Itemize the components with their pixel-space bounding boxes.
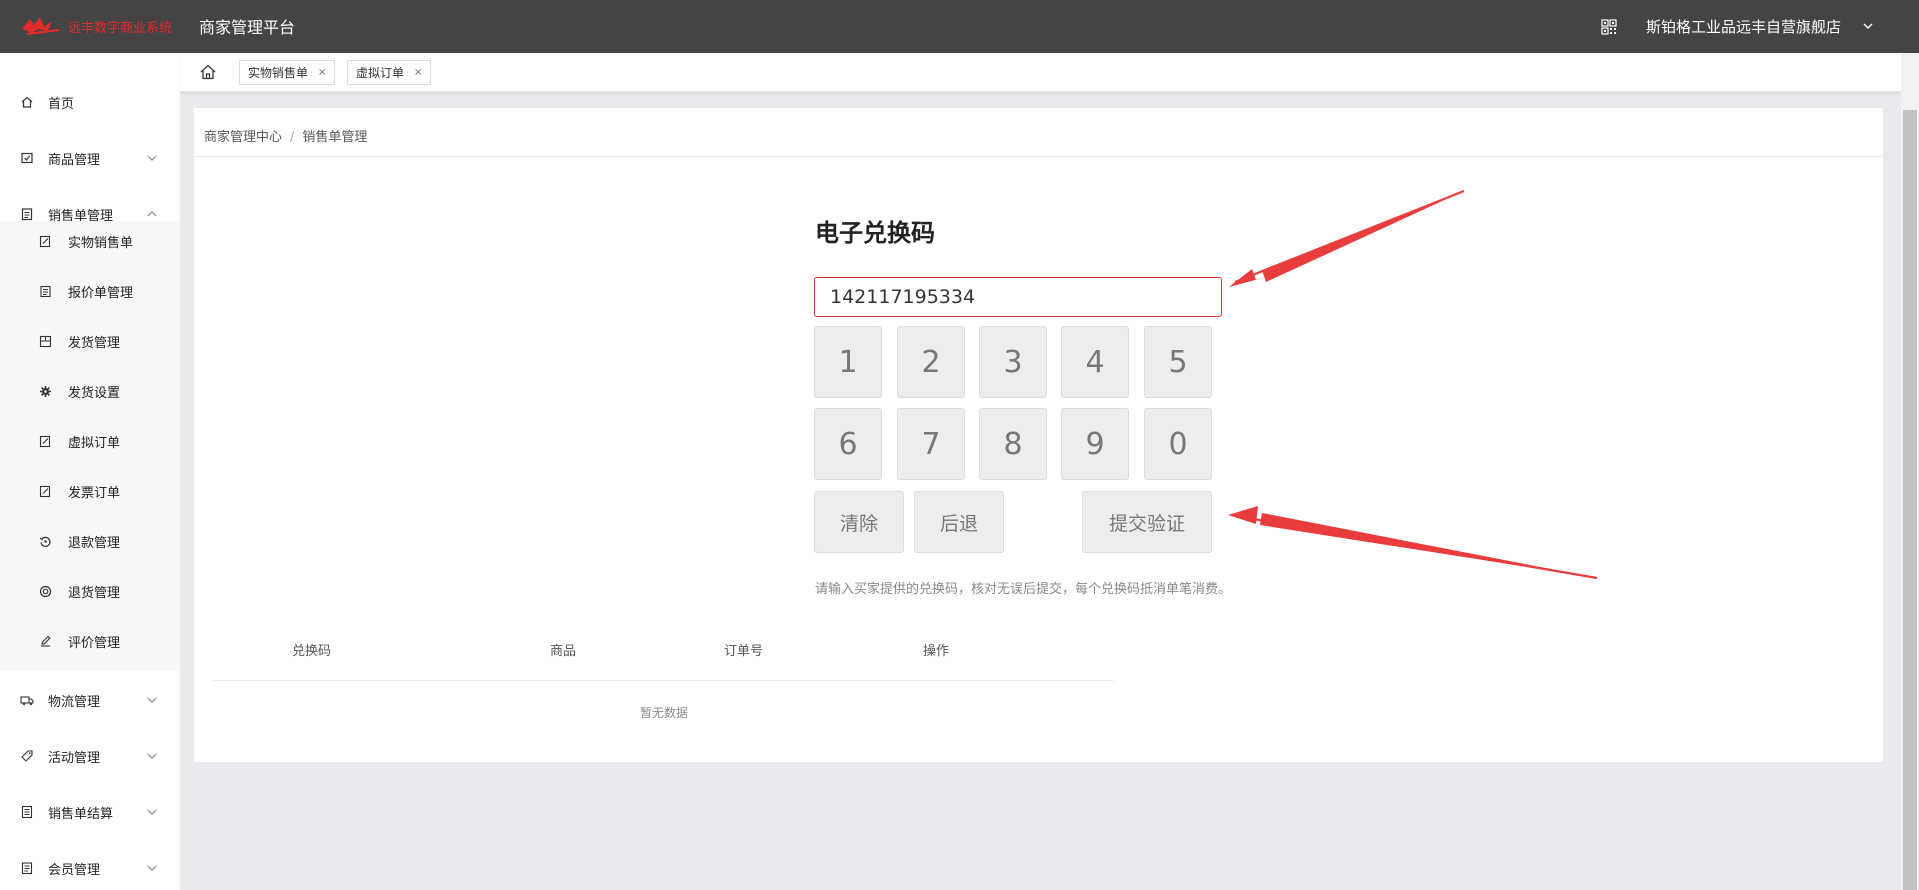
logo-mark-icon — [22, 17, 60, 35]
sidebar-item-products[interactable]: 商品管理 — [0, 138, 180, 178]
sidebar-item-home[interactable]: 首页 — [0, 82, 180, 122]
sidebar-subitem-quotes[interactable]: 报价单管理 — [0, 271, 180, 311]
chevron-down-icon — [147, 809, 157, 815]
hint-text: 请输入买家提供的兑换码，核对无误后提交，每个兑换码抵消单笔消费。 — [815, 582, 1232, 597]
redeem-code-input[interactable] — [814, 277, 1222, 317]
sidebar-item-label: 首页 — [48, 96, 75, 112]
sidebar-subitem-invoice-orders[interactable]: 发票订单 — [0, 471, 180, 511]
backspace-button[interactable]: 后退 — [914, 491, 1004, 553]
edit-doc-icon — [39, 235, 51, 247]
chevron-down-icon — [147, 155, 157, 161]
table-header-code: 兑换码 — [292, 644, 332, 659]
chevron-down-icon — [147, 697, 157, 703]
sidebar-subitem-label: 发货管理 — [68, 335, 121, 351]
member-card-icon — [21, 862, 33, 875]
sales-orders-submenu: 实物销售单 报价单管理 发货管理 发货设置 虚拟订单 发票订单 退款管理 退货管… — [0, 221, 180, 671]
sidebar-subitem-label: 虚拟订单 — [68, 435, 121, 451]
sidebar-item-label: 活动管理 — [48, 750, 101, 766]
sidebar-item-members[interactable]: 会员管理 — [0, 848, 180, 888]
sidebar-subitem-shipping[interactable]: 发货管理 — [0, 321, 180, 361]
home-tab-icon[interactable] — [199, 63, 217, 81]
sidebar-item-label: 商品管理 — [48, 152, 101, 168]
tabs-bar: 实物销售单 × 虚拟订单 × — [180, 53, 1901, 92]
keypad-key-8[interactable]: 8 — [979, 408, 1047, 480]
gear-icon — [40, 385, 51, 397]
keypad-key-5[interactable]: 5 — [1144, 326, 1212, 398]
table-header-product: 商品 — [550, 644, 577, 659]
product-box-icon — [21, 152, 33, 164]
sidebar-subitem-label: 发票订单 — [68, 485, 121, 501]
sidebar-subitem-virtual-orders[interactable]: 虚拟订单 — [0, 421, 180, 461]
scrollbar-thumb[interactable] — [1903, 110, 1917, 890]
sidebar-subitem-refunds[interactable]: 退款管理 — [0, 521, 180, 561]
package-icon — [39, 335, 52, 347]
sidebar-item-logistics[interactable]: 物流管理 — [0, 680, 180, 720]
tab-virtual-orders[interactable]: 虚拟订单 × — [347, 60, 432, 85]
sidebar-item-activities[interactable]: 活动管理 — [0, 736, 180, 776]
divider — [194, 156, 1883, 157]
keypad-key-7[interactable]: 7 — [897, 408, 965, 480]
sidebar-item-label: 物流管理 — [48, 694, 101, 710]
breadcrumb-current: 销售单管理 — [302, 130, 368, 145]
truck-icon — [20, 696, 34, 706]
edit-doc-icon — [39, 435, 51, 447]
close-icon[interactable]: × — [318, 67, 326, 78]
sidebar-subitem-label: 实物销售单 — [68, 235, 134, 251]
sidebar-subitem-label: 报价单管理 — [68, 285, 134, 301]
top-bar: 远丰数字商业系统 商家管理平台 斯铂格工业品远丰自营旗舰店 — [0, 0, 1919, 53]
table-header-order-no: 订单号 — [724, 644, 764, 659]
document-list-icon — [40, 285, 51, 297]
tab-label: 实物销售单 — [248, 66, 309, 80]
chevron-up-icon — [147, 211, 157, 217]
return-circle-icon — [39, 585, 52, 597]
sidebar-subitem-label: 退货管理 — [68, 585, 121, 601]
sidebar-subitem-reviews[interactable]: 评价管理 — [0, 621, 180, 661]
page-title: 电子兑换码 — [815, 219, 935, 247]
pencil-icon — [41, 635, 51, 647]
sidebar-item-label: 销售单结算 — [48, 806, 114, 822]
chevron-down-icon[interactable] — [1862, 20, 1874, 32]
keypad-key-6[interactable]: 6 — [814, 408, 882, 480]
refund-icon — [39, 536, 51, 547]
platform-title: 商家管理平台 — [199, 18, 296, 37]
sidebar-item-settlement[interactable]: 销售单结算 — [0, 792, 180, 832]
qr-code-icon[interactable] — [1601, 19, 1617, 35]
tab-label: 虚拟订单 — [356, 66, 405, 80]
sidebar: 首页 商品管理 销售单管理 实物销售单 报价单管理 发货管理 发货设置 虚拟订单 — [0, 53, 180, 890]
sidebar-item-label: 会员管理 — [48, 862, 101, 878]
chevron-down-icon — [147, 865, 157, 871]
keypad-key-2[interactable]: 2 — [897, 326, 965, 398]
tag-icon — [21, 750, 33, 762]
sidebar-subitem-physical-orders[interactable]: 实物销售单 — [0, 221, 180, 261]
table-divider — [213, 680, 1114, 681]
empty-state-text: 暂无数据 — [640, 706, 689, 720]
logo[interactable]: 远丰数字商业系统 — [20, 12, 172, 40]
ledger-icon — [21, 805, 33, 819]
sidebar-subitem-returns[interactable]: 退货管理 — [0, 571, 180, 611]
edit-doc-icon — [39, 485, 51, 497]
sidebar-subitem-shipping-settings[interactable]: 发货设置 — [0, 371, 180, 411]
clipboard-icon — [21, 208, 33, 221]
content-panel: 商家管理中心 / 销售单管理 电子兑换码 1 2 3 4 5 6 7 8 9 0 清… — [194, 108, 1883, 762]
keypad-key-1[interactable]: 1 — [814, 326, 882, 398]
sidebar-subitem-label: 发货设置 — [68, 385, 121, 401]
submit-verify-button[interactable]: 提交验证 — [1082, 491, 1212, 553]
chevron-down-icon — [147, 753, 157, 759]
keypad-key-3[interactable]: 3 — [979, 326, 1047, 398]
breadcrumb-root[interactable]: 商家管理中心 — [204, 130, 282, 145]
logo-text: 远丰数字商业系统 — [68, 20, 173, 36]
tab-physical-orders[interactable]: 实物销售单 × — [239, 60, 336, 85]
store-name[interactable]: 斯铂格工业品远丰自营旗舰店 — [1646, 16, 1841, 37]
breadcrumb-separator: / — [290, 130, 295, 145]
home-icon — [21, 96, 33, 108]
clear-button[interactable]: 清除 — [814, 491, 904, 553]
table-header-action: 操作 — [923, 644, 950, 659]
sidebar-subitem-label: 退款管理 — [68, 535, 121, 551]
sidebar-subitem-label: 评价管理 — [68, 635, 121, 651]
keypad-key-0[interactable]: 0 — [1144, 408, 1212, 480]
keypad-key-9[interactable]: 9 — [1061, 408, 1129, 480]
keypad-key-4[interactable]: 4 — [1061, 326, 1129, 398]
close-icon[interactable]: × — [414, 67, 422, 78]
breadcrumb: 商家管理中心 / 销售单管理 — [204, 126, 367, 145]
